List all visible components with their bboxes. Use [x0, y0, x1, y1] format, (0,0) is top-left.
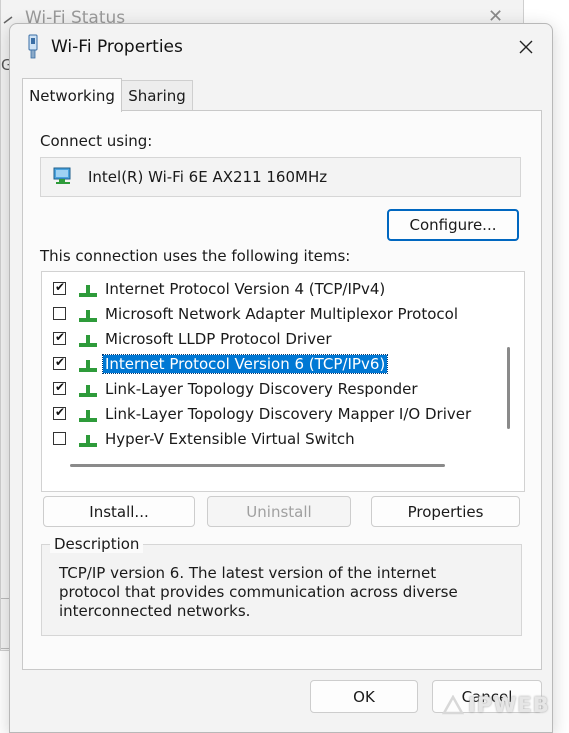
item-label: Internet Protocol Version 6 (TCP/IPv6): [101, 354, 389, 374]
window-edge-icon: [3, 16, 13, 24]
adapter-box: Intel(R) Wi-Fi 6E AX211 160MHz: [40, 157, 521, 197]
description-text: TCP/IP version 6. The latest version of …: [59, 564, 458, 620]
check-mark-icon: ✔: [55, 405, 66, 419]
configure-button-label: Configure...: [409, 216, 497, 234]
vertical-scrollbar[interactable]: [507, 347, 510, 429]
watermark-text: IPWEB: [468, 693, 550, 717]
item-label: Microsoft LLDP Protocol Driver: [105, 330, 332, 348]
watermark-icon: [442, 695, 464, 715]
check-mark-icon: ✔: [55, 280, 66, 294]
properties-button-label: Properties: [407, 502, 484, 521]
list-item[interactable]: Microsoft Network Adapter Multiplexor Pr…: [42, 303, 502, 328]
protocol-icon: [79, 385, 97, 397]
tab-networking[interactable]: Networking: [22, 78, 122, 112]
close-icon: [519, 40, 533, 54]
protocol-icon: [79, 360, 97, 372]
dialog-title: Wi-Fi Properties: [51, 37, 183, 57]
item-checkbox[interactable]: [53, 432, 66, 445]
list-item[interactable]: ✔ Link-Layer Topology Discovery Mapper I…: [42, 403, 502, 428]
network-adapter-icon: [28, 34, 38, 59]
tab-sharing[interactable]: Sharing: [121, 80, 193, 111]
list-item[interactable]: ✔ Internet Protocol Version 4 (TCP/IPv4): [42, 278, 502, 303]
item-checkbox[interactable]: ✔: [53, 280, 66, 295]
items-list[interactable]: ✔ Internet Protocol Version 4 (TCP/IPv4)…: [41, 271, 525, 492]
item-label: Internet Protocol Version 4 (TCP/IPv4): [105, 280, 386, 298]
description-legend: Description: [50, 535, 144, 553]
close-button[interactable]: [506, 30, 546, 64]
uninstall-button-label: Uninstall: [246, 502, 312, 521]
items-label: This connection uses the following items…: [40, 247, 351, 265]
install-button[interactable]: Install...: [43, 496, 195, 527]
check-mark-icon: ✔: [55, 355, 66, 369]
protocol-icon: [79, 285, 97, 297]
protocol-icon: [79, 310, 97, 322]
network-card-icon: [53, 167, 71, 184]
protocol-icon: [79, 335, 97, 347]
ok-button-label: OK: [353, 687, 375, 706]
configure-button[interactable]: Configure...: [387, 209, 519, 241]
item-checkbox[interactable]: ✔: [53, 405, 66, 420]
ok-button[interactable]: OK: [310, 680, 418, 713]
item-checkbox[interactable]: ✔: [53, 330, 66, 345]
item-checkbox[interactable]: [53, 307, 66, 320]
properties-button[interactable]: Properties: [371, 496, 520, 527]
protocol-icon: [79, 435, 97, 447]
item-label: Link-Layer Topology Discovery Mapper I/O…: [105, 405, 472, 423]
item-checkbox[interactable]: ✔: [53, 355, 66, 370]
check-mark-icon: ✔: [55, 330, 66, 344]
tab-sharing-label: Sharing: [128, 87, 186, 105]
uninstall-button[interactable]: Uninstall: [207, 496, 351, 527]
protocol-icon: [79, 410, 97, 422]
check-mark-icon: ✔: [55, 380, 66, 394]
watermark-logo: IPWEB: [442, 690, 564, 720]
description-group: Description TCP/IP version 6. The latest…: [41, 535, 522, 636]
list-item[interactable]: ✔ Link-Layer Topology Discovery Responde…: [42, 378, 502, 403]
connect-using-label: Connect using:: [40, 132, 153, 150]
install-button-label: Install...: [89, 502, 149, 521]
item-checkbox[interactable]: ✔: [53, 380, 66, 395]
item-label: Hyper-V Extensible Virtual Switch: [105, 430, 355, 448]
item-label: Microsoft Network Adapter Multiplexor Pr…: [105, 305, 458, 323]
list-item[interactable]: ✔ Microsoft LLDP Protocol Driver: [42, 328, 502, 353]
adapter-name: Intel(R) Wi-Fi 6E AX211 160MHz: [88, 168, 328, 186]
list-item-selected[interactable]: ✔ Internet Protocol Version 6 (TCP/IPv6): [42, 353, 502, 378]
item-label: Link-Layer Topology Discovery Responder: [105, 380, 418, 398]
tab-networking-label: Networking: [29, 86, 115, 105]
wifi-properties-dialog: Wi-Fi Properties Networking Sharing Conn…: [9, 23, 553, 733]
horizontal-scrollbar[interactable]: [70, 464, 445, 467]
list-item[interactable]: Hyper-V Extensible Virtual Switch: [42, 428, 502, 453]
